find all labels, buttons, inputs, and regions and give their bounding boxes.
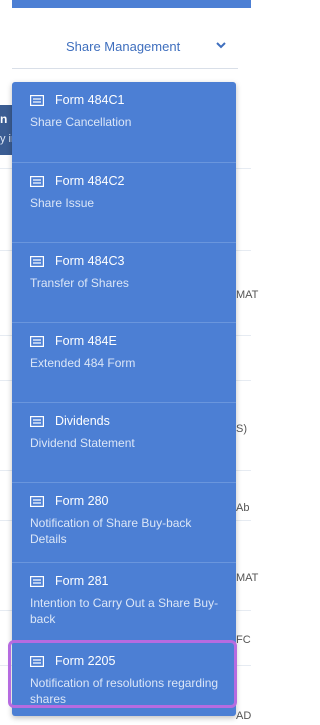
document-icon: [30, 95, 44, 106]
menu-item-title: Form 2205: [55, 654, 116, 668]
menu-item-description: Extended 484 Form: [30, 356, 136, 370]
menu-item-description: Dividend Statement: [30, 436, 135, 450]
menu-item-title: Form 484E: [55, 334, 117, 348]
menu-item-description: Notification of Share Buy-back Details: [30, 516, 192, 546]
share-management-menu: Form 484C1 Share Cancellation Form 484C2…: [12, 82, 236, 716]
dropdown-label: Share Management: [66, 39, 181, 54]
menu-item-form-281[interactable]: Form 281 Intention to Carry Out a Share …: [12, 562, 236, 641]
document-icon: [30, 656, 44, 667]
top-accent-bar: [12, 0, 251, 8]
menu-item-title: Form 280: [55, 494, 109, 508]
menu-item-description: Transfer of Shares: [30, 276, 129, 290]
document-icon: [30, 256, 44, 267]
menu-item-description: Share Issue: [30, 196, 95, 210]
table-cell-fragment: FC: [236, 634, 251, 646]
document-icon: [30, 496, 44, 507]
table-cell-fragment: S): [236, 423, 247, 435]
menu-item-description: Intention to Carry Out a Share Buy-back: [30, 596, 219, 626]
table-cell-fragment: MAT: [236, 289, 259, 301]
share-management-dropdown[interactable]: Share Management: [12, 22, 238, 69]
menu-item-form-484e[interactable]: Form 484E Extended 484 Form: [12, 322, 236, 401]
menu-item-form-484c1[interactable]: Form 484C1 Share Cancellation: [12, 82, 236, 161]
menu-item-title: Form 484C2: [55, 174, 125, 188]
menu-item-description: Notification of resolutions regarding sh…: [30, 676, 219, 706]
document-icon: [30, 336, 44, 347]
menu-item-form-484c3[interactable]: Form 484C3 Transfer of Shares: [12, 242, 236, 321]
menu-item-dividends[interactable]: Dividends Dividend Statement: [12, 402, 236, 481]
menu-item-title: Dividends: [55, 414, 110, 428]
background-heading-fragment: n: [0, 112, 8, 126]
table-cell-fragment: Ab: [236, 502, 250, 514]
chevron-down-icon[interactable]: [215, 40, 227, 50]
table-cell-fragment: MAT: [236, 572, 259, 584]
menu-item-form-2205[interactable]: Form 2205 Notification of resolutions re…: [12, 642, 236, 721]
document-icon: [30, 176, 44, 187]
document-icon: [30, 416, 44, 427]
menu-item-title: Form 281: [55, 574, 109, 588]
menu-item-title: Form 484C1: [55, 93, 125, 107]
menu-item-form-280[interactable]: Form 280 Notification of Share Buy-back …: [12, 482, 236, 561]
menu-item-form-484c2[interactable]: Form 484C2 Share Issue: [12, 162, 236, 241]
document-icon: [30, 576, 44, 587]
menu-item-description: Share Cancellation: [30, 115, 132, 129]
menu-item-title: Form 484C3: [55, 254, 125, 268]
table-cell-fragment: AD: [236, 710, 252, 722]
